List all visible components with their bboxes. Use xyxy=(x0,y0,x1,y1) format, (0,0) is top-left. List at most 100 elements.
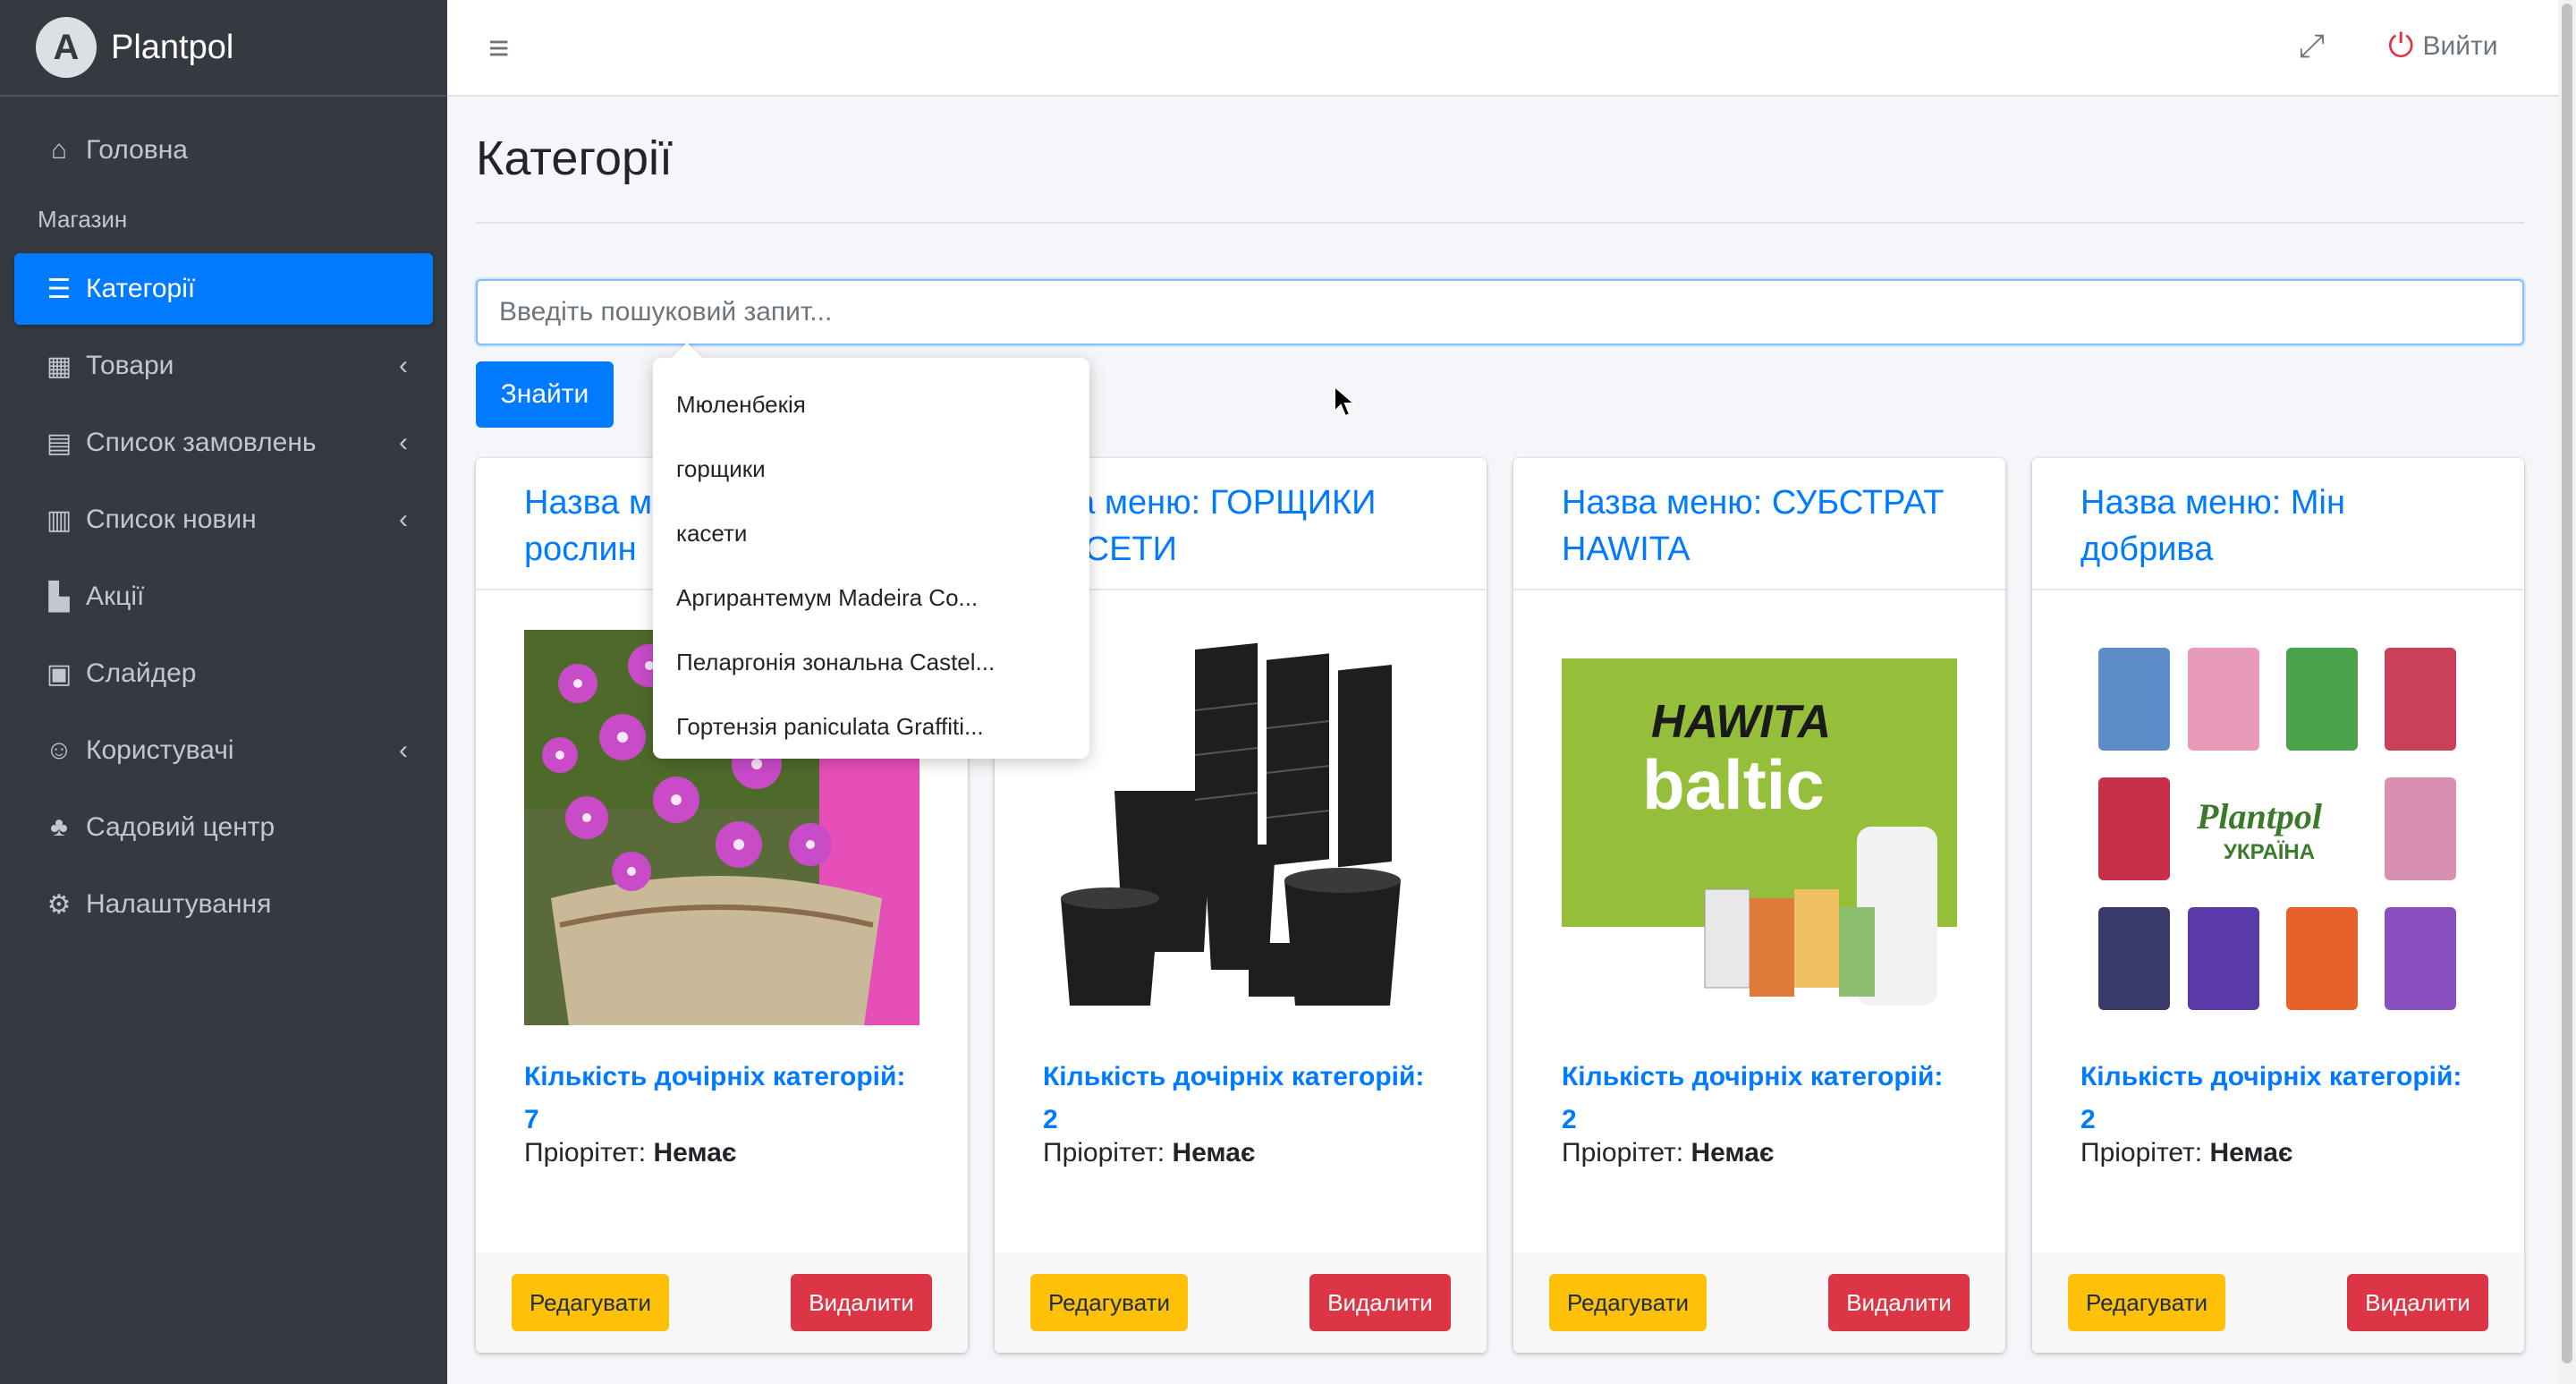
sidebar-item-label: Головна xyxy=(86,135,188,165)
sidebar-item-promotions[interactable]: ▙ Акції xyxy=(14,561,433,633)
page-scrollbar[interactable] xyxy=(2558,0,2576,1384)
priority-label: Пріорітет: xyxy=(2080,1138,2203,1167)
card-footer: Редагувати Видалити xyxy=(2032,1252,2524,1353)
chevron-left-icon: ‹ xyxy=(399,428,408,457)
logout-label: Вийти xyxy=(2422,30,2498,61)
sidebar-item-news[interactable]: ▥ Список новин ‹ xyxy=(14,484,433,556)
city-icon: ▙ xyxy=(48,582,70,612)
priority-label: Пріорітет: xyxy=(524,1138,647,1167)
child-categories-count[interactable]: Кількість дочірніх категорій: 7 xyxy=(524,1056,936,1142)
search-autocomplete-dropdown: Мюленбекія горщики касети Аргирантемум M… xyxy=(653,343,1089,759)
card-title-line: зва меню: ГОРЩИКИ xyxy=(1043,484,1377,522)
priority: Пріорітет: Немає xyxy=(2080,1138,2292,1168)
autocomplete-item[interactable]: Пеларгонія зональна Castel... xyxy=(653,630,1089,694)
logout-button[interactable]: ⏻ Вийти xyxy=(2388,27,2498,65)
priority-value: Немає xyxy=(653,1138,737,1167)
children-label: Кількість дочірніх категорій: xyxy=(1043,1062,1425,1091)
card-title-line: КАСЕТИ xyxy=(1043,531,1177,568)
children-label: Кількість дочірніх категорій: xyxy=(1562,1062,1944,1091)
priority-label: Пріорітет: xyxy=(1562,1138,1684,1167)
sidebar-item-slider[interactable]: ▣ Слайдер xyxy=(14,638,433,709)
priority: Пріорітет: Немає xyxy=(524,1138,736,1168)
category-card: Назва меню: СУБСТРАТ HAWITA HAWITA balti… xyxy=(1513,458,2005,1353)
sidebar-item-users[interactable]: ☺ Користувачі ‹ xyxy=(14,715,433,786)
card-title[interactable]: Назва меню: СУБСТРАТ HAWITA xyxy=(1513,458,2005,590)
card-title-line: добрива xyxy=(2080,531,2214,568)
chevron-left-icon: ‹ xyxy=(399,351,408,380)
edit-button[interactable]: Редагувати xyxy=(512,1274,669,1331)
fullscreen-icon[interactable]: ⤢ xyxy=(2299,27,2325,65)
sidebar-item-home[interactable]: ⌂ Головна xyxy=(14,115,433,186)
delete-button[interactable]: Видалити xyxy=(1309,1274,1451,1331)
autocomplete-item[interactable]: Гортензія paniculata Graffiti... xyxy=(653,694,1089,759)
delete-button[interactable]: Видалити xyxy=(2347,1274,2488,1331)
cog-icon: ⚙ xyxy=(47,889,72,920)
pots-image xyxy=(1043,630,1438,1025)
fertilizer-image: Plantpol УКРАЇНА xyxy=(2080,630,2476,1025)
child-categories-count[interactable]: Кількість дочірніх категорій: 2 xyxy=(2080,1056,2492,1142)
sidebar-item-orders[interactable]: ▤ Список замовлень ‹ xyxy=(14,407,433,479)
sidebar-item-label: Користувачі xyxy=(86,735,234,765)
sidebar-item-label: Садовий центр xyxy=(86,812,275,842)
card-title[interactable]: Назва меню: Мін добрива xyxy=(2032,458,2524,590)
sidebar-item-label: Список новин xyxy=(86,505,257,534)
autocomplete-item[interactable]: горщики xyxy=(653,437,1089,501)
priority-value: Немає xyxy=(2209,1138,2293,1167)
plantpol-logo-text: Plantpol xyxy=(2196,796,2323,836)
baltic-logo-text: baltic xyxy=(1642,745,1825,824)
search-input[interactable]: Введіть пошуковий запит... xyxy=(476,279,2524,345)
sidebar-item-products[interactable]: ▦ Товари ‹ xyxy=(14,330,433,402)
main-content: Категорії Введіть пошуковий запит... Зна… xyxy=(476,97,2524,1353)
card-footer: Редагувати Видалити xyxy=(995,1252,1487,1353)
autocomplete-item[interactable]: Мюленбекія xyxy=(653,372,1089,437)
children-count: 2 xyxy=(2080,1105,2096,1134)
sidebar-item-label: Товари xyxy=(86,351,174,380)
child-categories-count[interactable]: Кількість дочірніх категорій: 2 xyxy=(1562,1056,1973,1142)
child-categories-count[interactable]: Кількість дочірніх категорій: 2 xyxy=(1043,1056,1454,1142)
title-divider xyxy=(476,222,2524,224)
list-alt-icon: ▤ xyxy=(46,428,72,458)
sidebar-section-header: Магазин xyxy=(38,206,128,233)
users-icon: ☺ xyxy=(45,735,73,765)
sidebar-item-settings[interactable]: ⚙ Налаштування xyxy=(14,869,433,940)
children-count: 7 xyxy=(524,1105,539,1134)
card-footer: Редагувати Видалити xyxy=(1513,1252,2005,1353)
sidebar-item-label: Слайдер xyxy=(86,658,197,688)
delete-button[interactable]: Видалити xyxy=(1828,1274,1970,1331)
delete-button[interactable]: Видалити xyxy=(791,1274,932,1331)
menu-toggle-icon[interactable]: ≡ xyxy=(488,29,509,69)
autocomplete-item[interactable]: касети xyxy=(653,501,1089,565)
sidebar-item-label: Акції xyxy=(86,582,145,611)
edit-button[interactable]: Редагувати xyxy=(1549,1274,1707,1331)
card-title-line: Назва меню: СУБСТРАТ xyxy=(1562,484,1945,522)
sidebar-nav: ⌂ Головна Магазин ☰ Категорії ▦ Товари ‹… xyxy=(0,97,447,940)
sidebar-item-label: Налаштування xyxy=(86,889,272,919)
hawita-image: HAWITA baltic xyxy=(1562,630,1957,1025)
sidebar-item-garden-center[interactable]: ♣ Садовий центр xyxy=(14,792,433,863)
priority-label: Пріорітет: xyxy=(1043,1138,1165,1167)
edit-button[interactable]: Редагувати xyxy=(2068,1274,2225,1331)
card-title-line: HAWITA xyxy=(1562,531,1690,568)
dropdown-pointer xyxy=(672,343,702,373)
brand-name: Plantpol xyxy=(111,28,234,66)
brand-link[interactable]: A Plantpol xyxy=(0,0,447,97)
priority-value: Немає xyxy=(1690,1138,1775,1167)
edit-button[interactable]: Редагувати xyxy=(1030,1274,1188,1331)
ukraine-logo-text: УКРАЇНА xyxy=(2224,840,2315,864)
hawita-logo-text: HAWITA xyxy=(1651,696,1831,748)
children-count: 2 xyxy=(1562,1105,1577,1134)
search-button[interactable]: Знайти xyxy=(476,361,614,428)
sidebar-item-label: Категорії xyxy=(86,274,196,303)
brand-logo: A xyxy=(36,17,97,78)
priority: Пріорітет: Немає xyxy=(1043,1138,1255,1168)
scrollbar-thumb[interactable] xyxy=(2562,4,2572,1363)
power-icon: ⏻ xyxy=(2388,27,2414,64)
priority: Пріорітет: Немає xyxy=(1562,1138,1774,1168)
children-count: 2 xyxy=(1043,1105,1058,1134)
category-card: Назва меню: Мін добрива Plantpol УКРАЇНА… xyxy=(2032,458,2524,1353)
children-label: Кількість дочірніх категорій: xyxy=(524,1062,906,1091)
sidebar-item-categories[interactable]: ☰ Категорії xyxy=(14,253,433,325)
sidebar: A Plantpol ⌂ Головна Магазин ☰ Категорії… xyxy=(0,0,447,1384)
seedling-icon: ♣ xyxy=(50,812,68,842)
autocomplete-item[interactable]: Аргирантемум Madeira Co... xyxy=(653,565,1089,630)
